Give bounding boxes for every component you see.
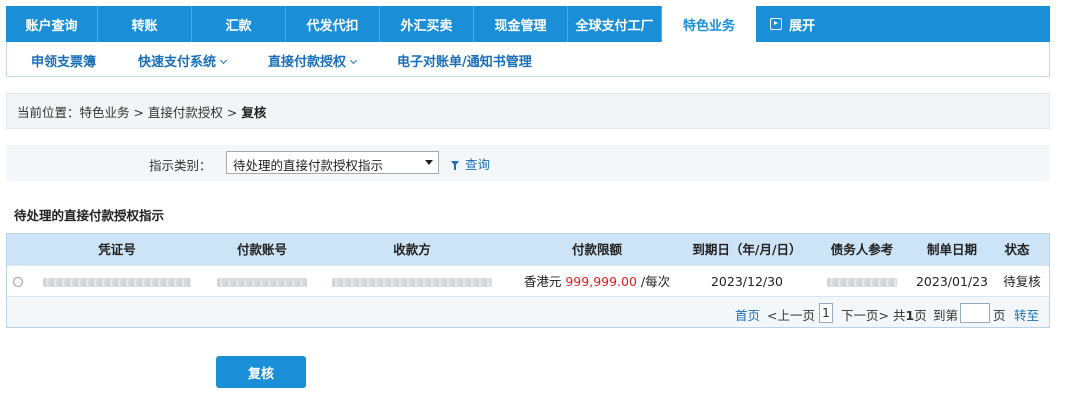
- subnav-dda-label: 直接付款授权: [268, 55, 347, 70]
- col-debtor-reference: 债务人参考: [830, 242, 894, 257]
- query-button[interactable]: 查询: [451, 154, 490, 173]
- pager-goto-input[interactable]: [960, 303, 990, 323]
- col-payment-limit: 付款限额: [571, 242, 622, 257]
- cell-voucher-no: [27, 266, 207, 297]
- cell-payment-limit: 香港元 999,999.00 /每次: [507, 266, 687, 297]
- pagination: 首页 <上一页 1 下一页> 共1页 到第 页 转至: [7, 296, 1049, 327]
- cell-created-date: 2023/01/23: [915, 274, 989, 289]
- tab-transfer[interactable]: 转账: [98, 6, 192, 42]
- filter-bar: 指示类别： 待处理的直接付款授权指示 查询: [6, 145, 1050, 181]
- limit-currency: 香港元: [523, 274, 562, 289]
- sub-nav: 申领支票簿 快速支付系统 直接付款授权 电子对账单/通知书管理: [6, 42, 1050, 77]
- cell-payer-account: [207, 266, 317, 297]
- cell-status: 待复核: [1003, 274, 1041, 289]
- tab-special-services[interactable]: 特色业务: [662, 6, 756, 42]
- expand-button[interactable]: 展开: [756, 6, 876, 42]
- breadcrumb-current: 复核: [241, 104, 267, 120]
- chevron-down-icon: [349, 56, 358, 65]
- pager-prev[interactable]: <上一页: [767, 305, 815, 324]
- breadcrumb-path: 特色业务 > 直接付款授权 >: [79, 104, 242, 120]
- tab-cash-management[interactable]: 现金管理: [474, 6, 568, 42]
- redacted-debtor-reference: [827, 278, 897, 287]
- table-header: 凭证号 付款账号 收款方 付款限额 到期日（年/月/日） 债务人参考 制单日期 …: [7, 234, 1049, 265]
- cell-payee: [317, 266, 507, 297]
- review-button[interactable]: 复核: [216, 356, 306, 388]
- pager-first[interactable]: 首页: [735, 305, 760, 324]
- col-voucher-no: 凭证号: [98, 242, 136, 257]
- section-title: 待处理的直接付款授权指示: [14, 208, 165, 223]
- query-label: 查询: [465, 157, 491, 172]
- breadcrumb-prefix: 当前位置：: [17, 104, 80, 120]
- instruction-type-label: 指示类别：: [149, 158, 212, 173]
- redacted-voucher-no: [43, 278, 191, 287]
- subnav-e-statement-management[interactable]: 电子对账单/通知书管理: [397, 51, 532, 70]
- pager-goto-prefix: 到第: [933, 308, 959, 323]
- expand-icon: [770, 18, 782, 30]
- limit-frequency: /每次: [640, 274, 671, 289]
- limit-amount: 999,999.00: [565, 274, 637, 289]
- tab-remittance[interactable]: 汇款: [192, 6, 286, 42]
- filter-icon: [451, 161, 459, 170]
- col-expiry-date: 到期日（年/月/日）: [692, 242, 802, 257]
- pager-total-prefix: 共: [893, 308, 906, 323]
- table-row[interactable]: 香港元 999,999.00 /每次 2023/12/30 2023/01/23…: [7, 265, 1049, 296]
- row-select-radio[interactable]: [13, 277, 23, 287]
- tab-payroll-collection[interactable]: 代发代扣: [286, 6, 380, 42]
- subnav-fps-label: 快速支付系统: [138, 55, 217, 70]
- top-nav: 账户查询 转账 汇款 代发代扣 外汇买卖 现金管理 全球支付工厂 特色业务 展开: [6, 6, 1050, 42]
- expand-label: 展开: [789, 18, 816, 34]
- subnav-fast-payment-system[interactable]: 快速支付系统: [138, 51, 228, 70]
- tab-fx-trading[interactable]: 外汇买卖: [380, 6, 474, 42]
- tab-global-payment-factory[interactable]: 全球支付工厂: [568, 6, 662, 42]
- pager-total: 共1页: [893, 305, 927, 324]
- pager-total-count: 1: [905, 308, 915, 323]
- pager-total-suffix: 页: [914, 308, 927, 323]
- redacted-payer-account: [217, 278, 307, 287]
- cell-expiry-date: 2023/12/30: [710, 274, 784, 289]
- pager-current-page: 1: [819, 303, 833, 323]
- col-status: 状态: [1004, 242, 1030, 257]
- breadcrumb: 当前位置： 特色业务 > 直接付款授权 > 复核: [6, 93, 1050, 129]
- pager-goto-suffix: 页: [993, 308, 1006, 323]
- cell-debtor-reference: [817, 266, 907, 297]
- chevron-down-icon: [219, 56, 228, 65]
- col-created-date: 制单日期: [926, 242, 977, 257]
- subnav-direct-debit-authorization[interactable]: 直接付款授权: [268, 51, 358, 70]
- instruction-type-value: 待处理的直接付款授权指示: [233, 158, 384, 173]
- col-payer-account: 付款账号: [236, 242, 287, 257]
- instruction-type-select[interactable]: 待处理的直接付款授权指示: [226, 151, 439, 174]
- col-payee: 收款方: [393, 242, 431, 257]
- redacted-payee: [332, 278, 492, 287]
- tab-account-query[interactable]: 账户查询: [6, 6, 98, 42]
- pager-goto-button[interactable]: 转至: [1014, 305, 1039, 324]
- dropdown-arrow-icon: [425, 160, 433, 165]
- instructions-table: 凭证号 付款账号 收款方 付款限额 到期日（年/月/日） 债务人参考 制单日期 …: [6, 233, 1050, 328]
- subnav-checkbook-request[interactable]: 申领支票簿: [31, 51, 96, 70]
- pager-next[interactable]: 下一页>: [841, 305, 889, 324]
